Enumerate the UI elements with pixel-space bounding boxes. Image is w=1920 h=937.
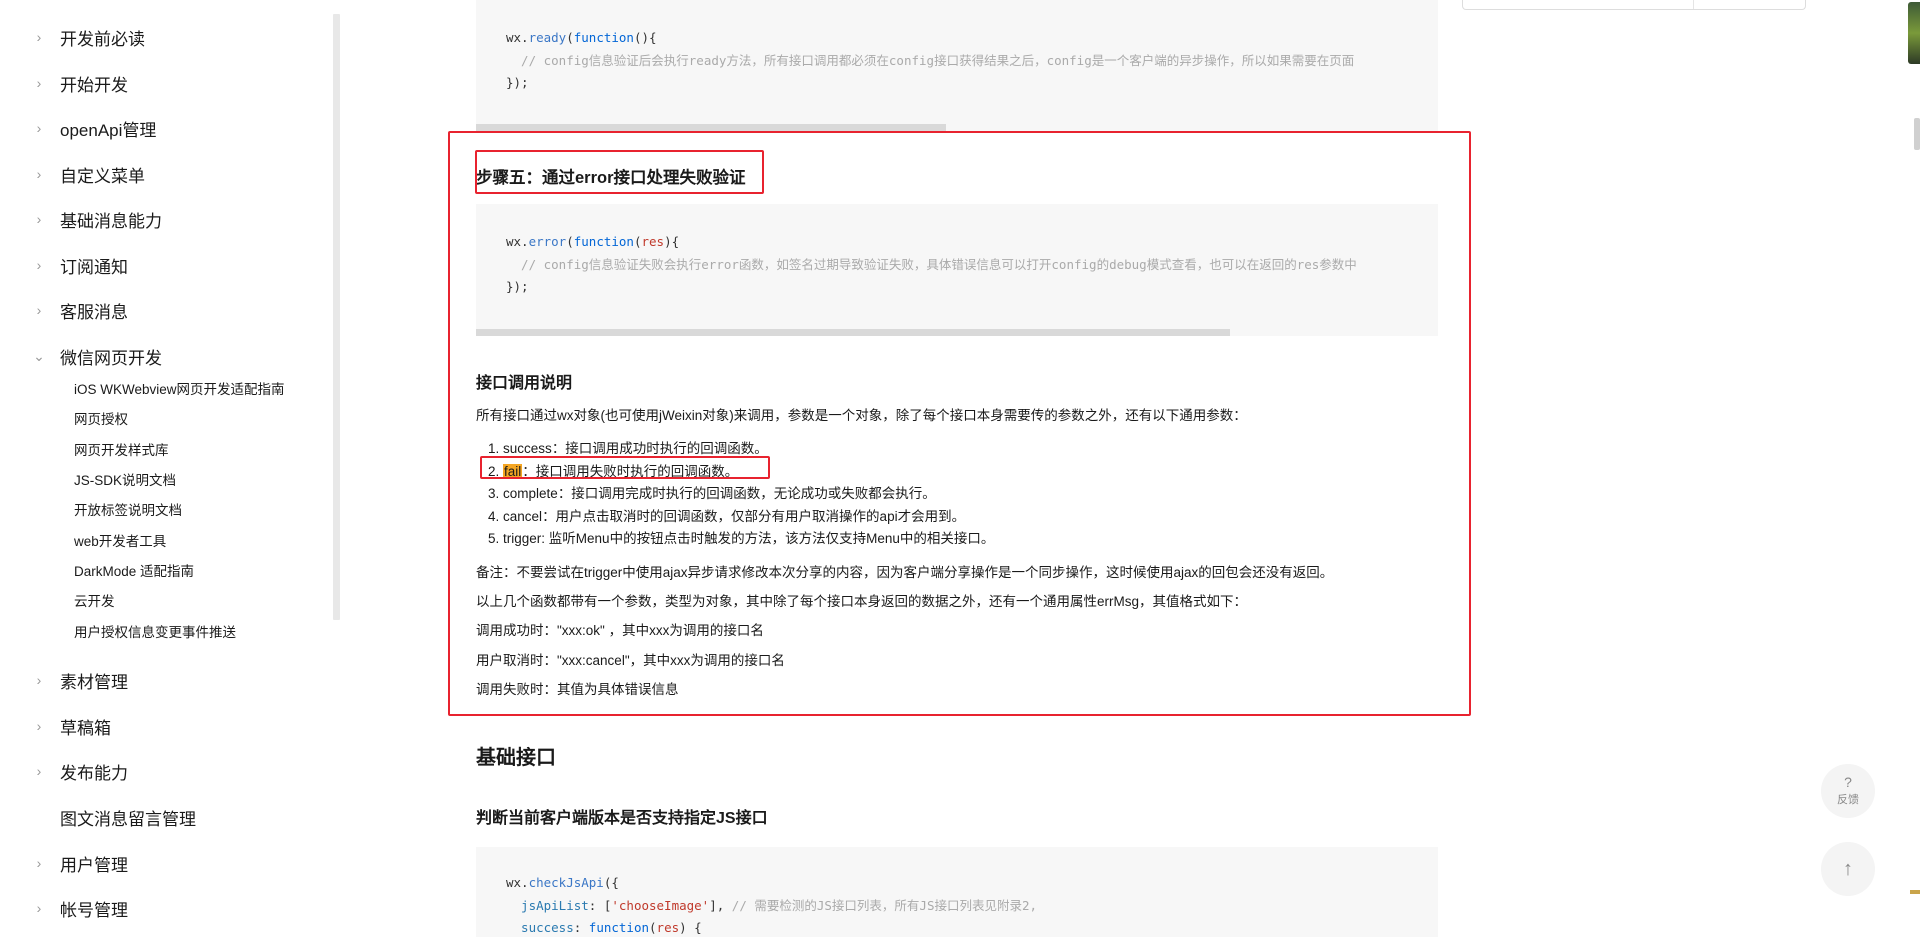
sidebar-nav: › 开发前必读 › 开始开发 › openApi管理 › 自定义菜单 › 基础消息能力 ›… (0, 0, 340, 937)
chevron-right-icon: › (36, 166, 42, 182)
code-block-ready: wx.ready(function(){ // config信息验证后会执行re… (476, 0, 1438, 131)
chevron-right-icon: › (36, 257, 42, 273)
code-line: wx.error(function(res){ (506, 234, 680, 249)
sidebar-item-label: 帐号管理 (60, 900, 128, 920)
code-line: }); (506, 279, 529, 294)
sidebar-item-basic-msg[interactable]: › 基础消息能力 (32, 207, 162, 231)
page-scrollbar[interactable] (1914, 0, 1920, 937)
code-block-error: wx.error(function(res){ // config信息验证失败会… (476, 204, 1438, 336)
list-item: 4. cancel：用户点击取消时的回调函数，仅部分有用户取消操作的api才会用… (488, 509, 966, 524)
doc-content: wx.ready(function(){ // config信息验证后会执行re… (448, 0, 1471, 937)
sidebar-item-label: 用户管理 (60, 855, 128, 875)
scrollbar-thumb[interactable] (1914, 118, 1920, 150)
sidebar-item-drafts[interactable]: › 草稿箱 (32, 714, 111, 738)
basic-api-heading: 基础接口 (476, 747, 556, 769)
code-comment: // config信息验证后会执行ready方法，所有接口调用都必须在confi… (506, 52, 1355, 68)
sidebar-subitem-auth-change[interactable]: 用户授权信息变更事件推送 (74, 624, 236, 642)
sidebar-item-customer-service[interactable]: › 客服消息 (32, 298, 128, 322)
sidebar-item-label: 客服消息 (60, 302, 128, 322)
sidebar-item-label: openApi管理 (60, 120, 157, 140)
toc-panel (1462, 0, 1806, 10)
search-highlight: fail (503, 464, 523, 479)
sidebar-item-label: 基础消息能力 (60, 211, 162, 231)
sidebar-item-label: 订阅通知 (60, 257, 128, 277)
code-line: wx.checkJsApi({ (506, 875, 619, 890)
sidebar-item-users[interactable]: › 用户管理 (32, 851, 128, 875)
sidebar-subitem-jssdk[interactable]: JS-SDK说明文档 (74, 472, 176, 490)
sidebar-subitem-style-lib[interactable]: 网页开发样式库 (74, 442, 169, 460)
code-hscrollbar[interactable] (476, 329, 1230, 336)
step5-heading: 步骤五：通过error接口处理失败验证 (476, 169, 746, 187)
sidebar-item-custom-menu[interactable]: › 自定义菜单 (32, 162, 145, 186)
chevron-right-icon: › (36, 855, 42, 871)
sidebar-item-subscribe[interactable]: › 订阅通知 (32, 253, 128, 277)
check-api-heading: 判断当前客户端版本是否支持指定JS接口 (476, 810, 768, 827)
chevron-right-icon: › (36, 75, 42, 91)
chevron-right-icon: › (36, 29, 42, 45)
sidebar-item-label: 微信网页开发 (60, 348, 162, 368)
sidebar-item-web-dev[interactable]: ⌄ 微信网页开发 (32, 344, 162, 368)
sidebar-item-label: 自定义菜单 (60, 166, 145, 186)
code-line: success: function(res) { (506, 920, 702, 935)
sidebar-item-dev-prereq[interactable]: › 开发前必读 (32, 25, 145, 49)
sidebar-item-publish[interactable]: › 发布能力 (32, 759, 128, 783)
list-item: 3. complete：接口调用完成时执行的回调函数，无论成功或失败都会执行。 (488, 486, 936, 501)
fail-paragraph: 调用失败时：其值为具体错误信息 (476, 682, 679, 697)
tray-edge (1910, 890, 1920, 894)
sidebar-subitem-darkmode[interactable]: DarkMode 适配指南 (74, 563, 194, 581)
sidebar-item-label: 草稿箱 (60, 718, 111, 738)
chevron-right-icon: › (36, 211, 42, 227)
back-to-top-button[interactable]: ↑ (1821, 842, 1875, 896)
note-paragraph: 备注：不要尝试在trigger中使用ajax异步请求修改本次分享的内容，因为客户… (476, 565, 1334, 580)
code-block-checkjsapi: wx.checkJsApi({ jsApiList: ['chooseImage… (476, 847, 1438, 937)
feedback-button[interactable]: ? 反馈 (1821, 764, 1875, 818)
api-intro: 所有接口通过wx对象(也可使用jWeixin对象)来调用，参数是一个对象，除了每… (476, 408, 1247, 423)
chevron-right-icon: › (36, 763, 42, 779)
api-heading: 接口调用说明 (476, 375, 573, 392)
code-line: }); (506, 75, 529, 90)
list-item: 2. fail：接口调用失败时执行的回调函数。 (488, 464, 739, 479)
feedback-label: 反馈 (1837, 794, 1859, 806)
chevron-right-icon: › (36, 718, 42, 734)
sidebar-item-comments[interactable]: 图文消息留言管理 (32, 805, 196, 829)
sidebar-item-label: 开发前必读 (60, 29, 145, 49)
chevron-right-icon: › (36, 900, 42, 916)
errmsg-paragraph: 以上几个函数都带有一个参数，类型为对象，其中除了每个接口本身返回的数据之外，还有… (476, 594, 1248, 609)
code-line: jsApiList: ['chooseImage'], // 需要检测的JS接口… (506, 897, 1038, 913)
code-line: wx.ready(function(){ (506, 30, 657, 45)
sidebar-subitem-open-tag[interactable]: 开放标签说明文档 (74, 502, 182, 520)
tray-widget-icon (1908, 2, 1920, 64)
list-item: 1. success：接口调用成功时执行的回调函数。 (488, 441, 768, 456)
ok-paragraph: 调用成功时："xxx:ok" ，其中xxx为调用的接口名 (476, 623, 764, 638)
sidebar-item-label: 素材管理 (60, 672, 128, 692)
sidebar-item-label: 图文消息留言管理 (60, 809, 196, 829)
sidebar-subitem-cloud-dev[interactable]: 云开发 (74, 593, 115, 611)
sidebar-item-material[interactable]: › 素材管理 (32, 668, 128, 692)
sidebar-subitem-web-auth[interactable]: 网页授权 (74, 411, 128, 429)
chevron-right-icon: › (36, 302, 42, 318)
divider (1693, 0, 1694, 9)
chevron-down-icon: ⌄ (33, 347, 45, 364)
sidebar-item-start-dev[interactable]: › 开始开发 (32, 71, 128, 95)
chevron-right-icon: › (36, 120, 42, 136)
sidebar-subitem-ios-wkwebview[interactable]: iOS WKWebview网页开发适配指南 (74, 381, 285, 399)
question-icon: ? (1844, 774, 1852, 790)
sidebar-item-openapi[interactable]: › openApi管理 (32, 116, 157, 140)
sidebar-subitem-web-devtools[interactable]: web开发者工具 (74, 533, 166, 551)
sidebar-item-account[interactable]: › 帐号管理 (32, 896, 128, 920)
sidebar-scrollbar[interactable] (333, 14, 340, 620)
list-item: 5. trigger: 监听Menu中的按钮点击时触发的方法，该方法仅支持Men… (488, 531, 995, 546)
chevron-right-icon: › (36, 672, 42, 688)
cancel-paragraph: 用户取消时："xxx:cancel"，其中xxx为调用的接口名 (476, 653, 785, 668)
code-comment: // config信息验证失败会执行error函数，如签名过期导致验证失败，具体… (506, 256, 1357, 272)
sidebar-item-label: 开始开发 (60, 75, 128, 95)
sidebar-item-label: 发布能力 (60, 763, 128, 783)
arrow-up-icon: ↑ (1843, 857, 1853, 880)
code-hscrollbar[interactable] (476, 124, 946, 131)
